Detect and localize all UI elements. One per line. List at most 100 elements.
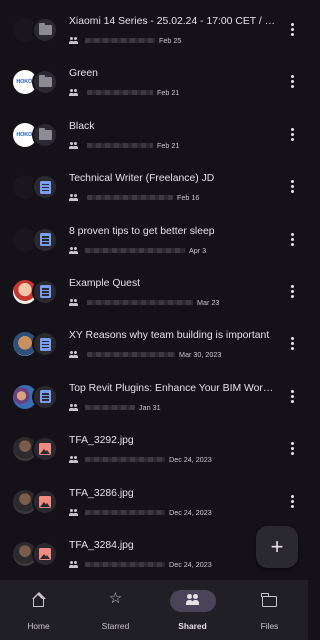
file-avatars: HOKOS	[12, 69, 62, 96]
more-options-icon[interactable]	[290, 180, 295, 194]
file-date: Feb 16	[177, 193, 200, 203]
folder-icon	[38, 75, 52, 88]
shared-people-icon	[69, 456, 79, 464]
file-type-badge	[32, 226, 58, 253]
folder-icon	[38, 127, 52, 140]
document-icon	[39, 233, 51, 247]
shared-people-icon	[69, 246, 79, 254]
more-options-icon[interactable]	[290, 284, 295, 298]
file-title: TFA_3286.jpg	[69, 487, 134, 499]
image-icon	[39, 547, 51, 560]
document-icon	[39, 180, 51, 194]
image-icon	[39, 495, 51, 508]
file-avatars	[12, 226, 62, 253]
redacted-owner	[85, 457, 165, 463]
nav-shared[interactable]: Shared	[154, 580, 231, 640]
file-avatars: HOKOS	[12, 121, 62, 148]
file-date: Dec 24, 2023	[169, 507, 212, 517]
new-button[interactable]: +	[256, 526, 298, 568]
file-avatars	[12, 383, 62, 410]
shared-people-icon	[69, 298, 79, 306]
file-date: Feb 21	[157, 88, 180, 98]
file-title: 8 proven tips to get better sleep	[69, 225, 215, 237]
nav-starred-label: Starred	[101, 621, 130, 631]
shared-people-icon	[69, 37, 79, 44]
file-avatars	[12, 278, 62, 305]
redacted-owner	[87, 142, 153, 148]
shared-people-icon	[69, 403, 79, 411]
shared-people-icon	[69, 508, 79, 516]
file-meta: Jan 31	[69, 403, 269, 413]
file-title: TFA_3284.jpg	[69, 539, 134, 551]
more-options-icon[interactable]	[290, 337, 295, 351]
more-options-icon[interactable]	[290, 75, 295, 89]
bottom-navigation: Home ☆ Starred Shared Files	[0, 580, 308, 640]
file-date: Mar 30, 2023	[179, 350, 222, 360]
file-avatars	[12, 331, 62, 358]
more-options-icon[interactable]	[290, 389, 295, 403]
nav-home[interactable]: Home	[0, 580, 77, 640]
file-avatars	[12, 540, 62, 567]
file-meta: Dec 24, 2023	[69, 508, 269, 518]
shared-people-icon	[69, 351, 79, 359]
file-type-badge	[32, 436, 58, 463]
file-type-badge	[32, 121, 58, 148]
file-type-badge	[32, 278, 58, 305]
more-options-icon[interactable]	[290, 232, 295, 246]
file-date: Dec 24, 2023	[169, 559, 212, 569]
file-type-badge	[32, 174, 58, 201]
redacted-owner	[87, 90, 153, 96]
document-icon	[39, 285, 51, 299]
file-date: Dec 24, 2023	[169, 455, 212, 465]
nav-home-label: Home	[27, 621, 50, 631]
file-title: Example Quest	[69, 277, 141, 289]
file-date: Mar 23	[197, 297, 220, 307]
file-type-badge	[32, 488, 58, 515]
people-icon	[185, 594, 200, 608]
file-avatars	[12, 436, 62, 463]
file-row[interactable]: 8 proven tips to get better sleep Apr 3	[0, 210, 308, 262]
file-meta: Mar 23	[69, 298, 269, 308]
file-type-badge	[32, 69, 58, 96]
redacted-owner	[87, 195, 173, 201]
shared-people-icon	[69, 141, 79, 149]
file-row[interactable]: HOKOS Green Feb 21	[0, 52, 308, 104]
nav-starred[interactable]: ☆ Starred	[77, 580, 154, 640]
image-icon	[39, 443, 51, 456]
redacted-owner	[85, 404, 135, 410]
file-date: Feb 21	[157, 140, 180, 150]
file-row[interactable]: HOKOS Black Feb 21	[0, 105, 308, 157]
file-meta: Apr 3	[69, 246, 269, 256]
file-meta: Feb 25	[69, 36, 269, 46]
redacted-owner	[87, 299, 193, 305]
file-title: Top Revit Plugins: Enhance Your BIM Work…	[69, 382, 275, 394]
file-row[interactable]: Top Revit Plugins: Enhance Your BIM Work…	[0, 367, 308, 419]
file-title: Technical Writer (Freelance) JD	[69, 173, 215, 185]
file-date: Jan 31	[139, 402, 161, 412]
file-type-badge	[32, 383, 58, 410]
file-row[interactable]: TFA_3286.jpg Dec 24, 2023	[0, 472, 308, 524]
file-date: Apr 3	[189, 245, 207, 255]
file-row[interactable]: Xiaomi 14 Series - 25.02.24 - 17:00 CET …	[0, 0, 308, 52]
shared-people-icon	[69, 89, 79, 97]
file-row[interactable]: XY Reasons why team building is importan…	[0, 314, 308, 366]
file-meta: Dec 24, 2023	[69, 455, 269, 465]
home-icon-body	[33, 599, 44, 607]
home-icon	[31, 592, 46, 599]
file-title: Black	[69, 120, 95, 132]
more-options-icon[interactable]	[290, 127, 295, 141]
more-options-icon[interactable]	[290, 442, 295, 456]
file-avatars	[12, 488, 62, 515]
redacted-owner	[85, 38, 155, 43]
file-title: XY Reasons why team building is importan…	[69, 330, 270, 342]
file-avatars	[12, 174, 62, 201]
nav-files[interactable]: Files	[231, 580, 308, 640]
file-row[interactable]: TFA_3292.jpg Dec 24, 2023	[0, 419, 308, 471]
shared-people-icon	[69, 194, 79, 202]
file-row[interactable]: Example Quest Mar 23	[0, 262, 308, 314]
redacted-owner	[85, 509, 165, 515]
file-row[interactable]: Technical Writer (Freelance) JD Feb 16	[0, 157, 308, 209]
file-meta: Dec 24, 2023	[69, 560, 269, 570]
more-options-icon[interactable]	[290, 494, 295, 508]
more-options-icon[interactable]	[290, 23, 295, 36]
